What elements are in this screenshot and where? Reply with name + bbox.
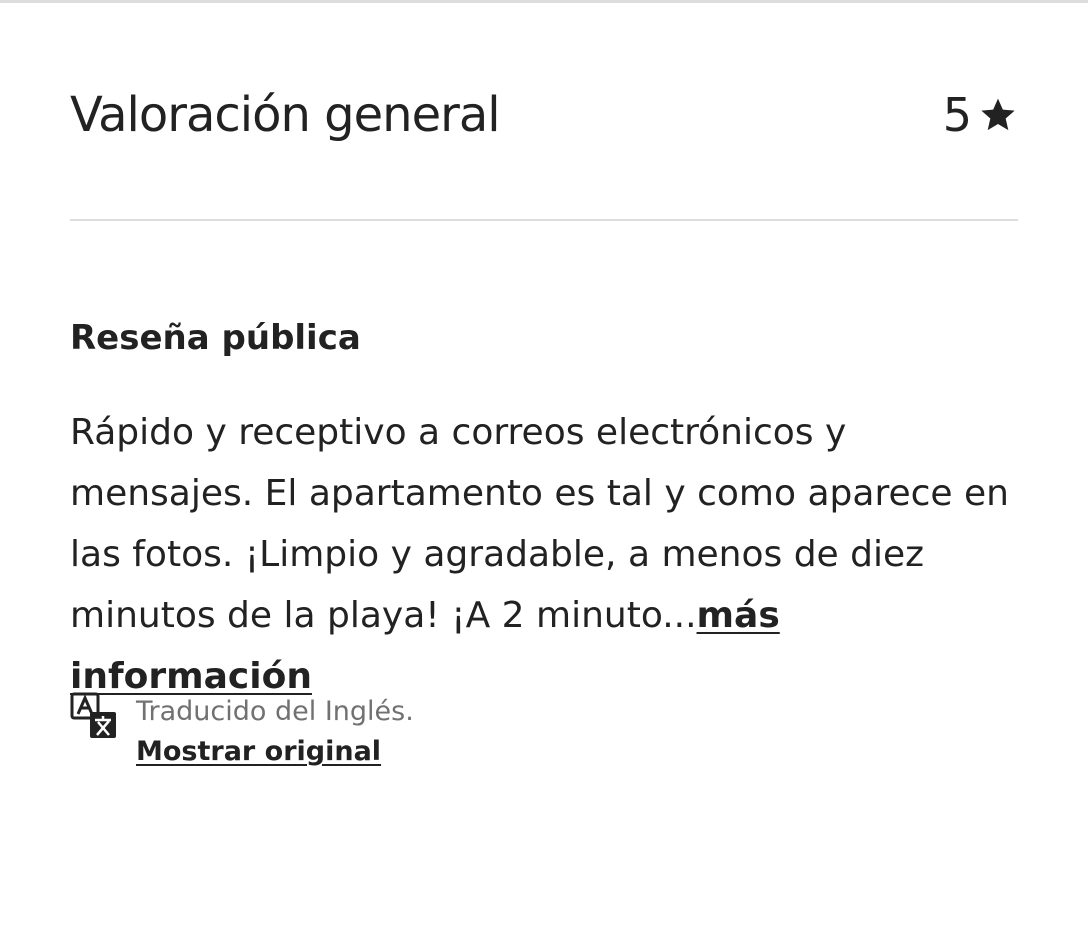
star-icon (981, 98, 1015, 131)
review-body: Rápido y receptivo a correos electrónico… (70, 402, 1020, 707)
review-text: Rápido y receptivo a correos electrónico… (70, 412, 1009, 636)
public-review-title: Reseña pública (70, 318, 361, 358)
translation-notice: Traducido del Inglés. Mostrar original (70, 692, 414, 772)
overall-rating-row: Valoración general 5 (70, 80, 1018, 150)
overall-rating-value: 5 (942, 88, 972, 142)
overall-rating-value-group: 5 (943, 88, 1018, 142)
top-border (0, 0, 1088, 3)
section-divider (70, 219, 1018, 221)
overall-rating-title: Valoración general (70, 87, 501, 143)
show-original-link[interactable]: Mostrar original (136, 732, 414, 772)
translation-text-group: Traducido del Inglés. Mostrar original (136, 692, 414, 772)
translate-icon (70, 692, 116, 738)
translated-note: Traducido del Inglés. (136, 696, 414, 727)
